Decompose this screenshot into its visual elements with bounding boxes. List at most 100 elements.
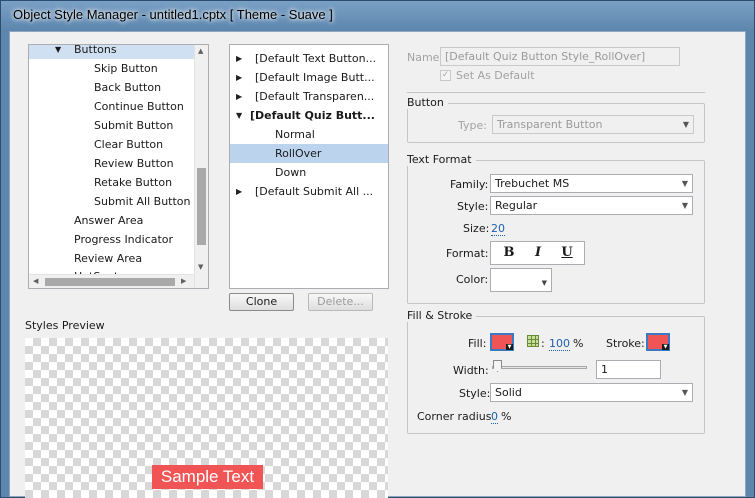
scroll-thumb[interactable] xyxy=(197,168,206,245)
tree-item-submit-all-button[interactable]: Submit All Button xyxy=(29,192,194,211)
size-value[interactable]: 20 xyxy=(491,222,505,236)
width-label: Width: xyxy=(453,364,489,377)
fill-opacity-unit: % xyxy=(573,337,584,350)
list-item-label: [Default Image Butt... xyxy=(255,71,375,84)
tree-item-review-area[interactable]: Review Area xyxy=(29,249,194,268)
title-bar[interactable]: Object Style Manager - untitled1.cptx [ … xyxy=(1,1,754,29)
expand-icon[interactable]: ▶ xyxy=(236,49,242,68)
style-dropdown[interactable]: Regular ▼ xyxy=(490,196,693,215)
dialog-window: Object Style Manager - untitled1.cptx [ … xyxy=(0,0,755,498)
collapse-icon[interactable]: ▼ xyxy=(236,106,242,125)
scroll-thumb[interactable] xyxy=(45,278,175,286)
tree-item-answer-area[interactable]: Answer Area xyxy=(29,211,194,230)
style-label: Style: xyxy=(457,200,489,213)
tree-item-review-button[interactable]: Review Button xyxy=(29,154,194,173)
width-input[interactable]: 1 xyxy=(596,360,661,379)
list-item-down[interactable]: Down xyxy=(230,163,388,182)
width-slider-track[interactable] xyxy=(492,366,587,369)
fill-opacity-value[interactable]: 100 xyxy=(549,337,570,351)
list-item-label: [Default Text Button... xyxy=(255,52,377,65)
bold-button[interactable]: B xyxy=(495,243,523,263)
list-item-default-submit-all[interactable]: ▶ [Default Submit All ... xyxy=(230,182,388,201)
collapse-icon[interactable]: ▼ xyxy=(55,45,61,59)
tree-item-progress-indicator[interactable]: Progress Indicator xyxy=(29,230,194,249)
chevron-down-icon: ▼ xyxy=(682,120,689,129)
tree-item-label: Buttons xyxy=(74,44,117,56)
list-item-rollover[interactable]: RollOver xyxy=(230,144,388,163)
dialog-body: ▼ Buttons Skip Button Back Button Contin… xyxy=(9,31,746,498)
scroll-left-icon[interactable]: ◀ xyxy=(33,277,38,285)
tree-item-label: Skip Button xyxy=(94,62,158,75)
expand-icon[interactable]: ▶ xyxy=(236,68,242,87)
window-title: Object Style Manager - untitled1.cptx [ … xyxy=(13,7,333,22)
tree-item-label: Continue Button xyxy=(94,100,184,113)
chevron-down-icon: ▼ xyxy=(681,179,688,188)
list-item-label: RollOver xyxy=(275,147,322,160)
tree-item-submit-button[interactable]: Submit Button xyxy=(29,116,194,135)
family-label: Family: xyxy=(450,178,489,191)
tree-item-retake-button[interactable]: Retake Button xyxy=(29,173,194,192)
tree-item-label: Submit All Button xyxy=(94,195,191,208)
scroll-up-icon[interactable]: ▲ xyxy=(198,47,203,55)
chevron-down-icon: ▼ xyxy=(506,344,513,350)
fill-color-swatch[interactable]: ▼ xyxy=(490,333,514,351)
list-item-label: [Default Transparen... xyxy=(255,90,375,103)
tree-vertical-scrollbar[interactable]: ▲ ▼ xyxy=(194,45,208,288)
list-item-default-quiz-button[interactable]: ▼ [Default Quiz Butt... xyxy=(230,106,388,125)
name-field[interactable]: [Default Quiz Button Style_RollOver] xyxy=(440,47,680,66)
chevron-down-icon: ▼ xyxy=(681,201,688,210)
stroke-style-value: Solid xyxy=(495,386,522,399)
corner-radius-label: Corner radius xyxy=(417,410,492,423)
list-item-label: [Default Quiz Butt... xyxy=(250,109,375,122)
list-item-normal[interactable]: Normal xyxy=(230,125,388,144)
button-group-title: Button xyxy=(407,96,448,109)
expand-icon[interactable]: ▶ xyxy=(236,182,242,201)
type-dropdown[interactable]: Transparent Button ▼ xyxy=(492,115,694,134)
corner-radius-value[interactable]: 0 xyxy=(491,410,498,424)
list-item-label: Normal xyxy=(275,128,315,141)
family-dropdown[interactable]: Trebuchet MS ▼ xyxy=(490,174,693,193)
tree-item-continue-button[interactable]: Continue Button xyxy=(29,97,194,116)
fill-label: Fill: xyxy=(468,337,487,350)
list-item-default-text-button[interactable]: ▶ [Default Text Button... xyxy=(230,49,388,68)
scroll-down-icon[interactable]: ▼ xyxy=(198,263,203,271)
styles-list[interactable]: ▶ [Default Text Button... ▶ [Default Image… xyxy=(229,44,389,289)
type-label: Type: xyxy=(458,119,487,132)
stroke-style-label: Style: xyxy=(459,387,491,400)
opacity-icon xyxy=(527,335,539,347)
tree-item-label: Retake Button xyxy=(94,176,173,189)
underline-button[interactable]: U xyxy=(553,243,581,263)
tree-item-buttons[interactable]: ▼ Buttons xyxy=(29,44,194,59)
tree-item-label: Clear Button xyxy=(94,138,164,151)
expand-icon[interactable]: ▶ xyxy=(236,87,242,106)
stroke-color-swatch[interactable]: ▼ xyxy=(646,333,670,351)
fill-stroke-group-title: Fill & Stroke xyxy=(407,309,477,322)
tree-item-label: Review Button xyxy=(94,157,174,170)
opacity-separator: : xyxy=(541,337,545,350)
tree-item-clear-button[interactable]: Clear Button xyxy=(29,135,194,154)
set-as-default-label: Set As Default xyxy=(456,69,535,82)
list-item-default-transparent[interactable]: ▶ [Default Transparen... xyxy=(230,87,388,106)
format-label: Format: xyxy=(446,247,489,260)
tree-horizontal-scrollbar[interactable]: ◀ ▶ xyxy=(29,274,194,288)
scroll-right-icon[interactable]: ▶ xyxy=(181,277,186,285)
clone-button[interactable]: Clone xyxy=(229,293,294,311)
stroke-style-dropdown[interactable]: Solid ▼ xyxy=(490,383,693,402)
divider xyxy=(407,92,705,93)
chevron-down-icon: ▼ xyxy=(681,388,688,397)
category-tree[interactable]: ▼ Buttons Skip Button Back Button Contin… xyxy=(28,44,209,289)
tree-item-skip-button[interactable]: Skip Button xyxy=(29,59,194,78)
chevron-down-icon: ▼ xyxy=(541,279,547,287)
set-as-default-checkbox[interactable]: ✓ xyxy=(440,70,451,81)
italic-button[interactable]: I xyxy=(524,243,552,263)
color-label: Color: xyxy=(456,273,489,286)
style-value: Regular xyxy=(495,199,538,212)
list-item-default-image-button[interactable]: ▶ [Default Image Butt... xyxy=(230,68,388,87)
tree-item-back-button[interactable]: Back Button xyxy=(29,78,194,97)
size-label: Size: xyxy=(463,222,490,235)
delete-button[interactable]: Delete... xyxy=(308,293,373,311)
name-label: Name xyxy=(407,51,440,64)
type-value: Transparent Button xyxy=(497,118,603,131)
list-item-label: [Default Submit All ... xyxy=(255,185,374,198)
text-color-picker[interactable]: ▼ xyxy=(490,268,552,292)
